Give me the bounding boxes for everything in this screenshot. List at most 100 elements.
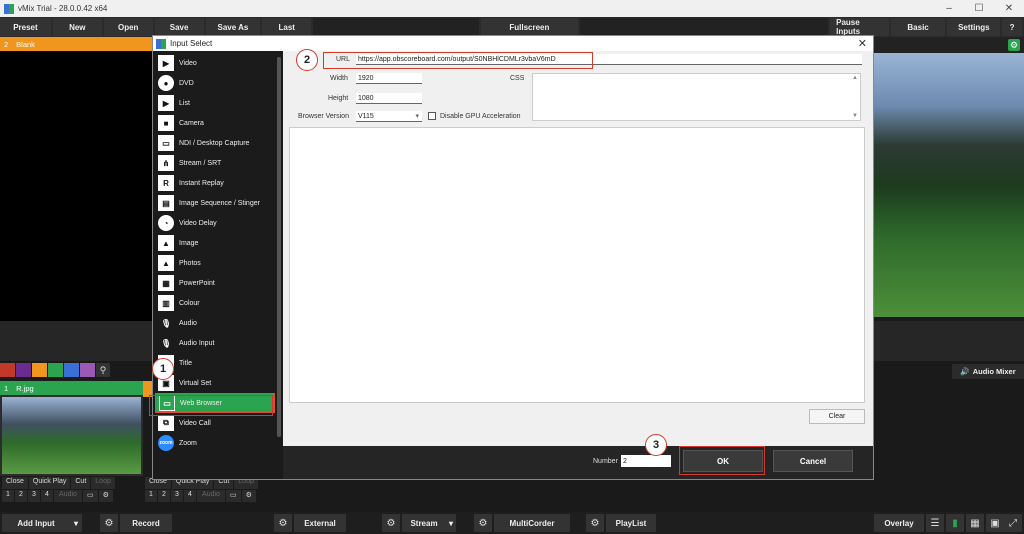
number-label: Number bbox=[593, 458, 618, 465]
open-button[interactable]: Open bbox=[103, 18, 153, 36]
color-swatch[interactable] bbox=[0, 363, 15, 377]
gear-icon[interactable]: ⚙ bbox=[100, 514, 118, 532]
audio-levels-icon[interactable]: ▮ bbox=[946, 514, 964, 532]
list-scrollbar[interactable] bbox=[277, 57, 281, 437]
width-input[interactable]: 1920 bbox=[356, 73, 422, 84]
gear-icon[interactable]: ⚙ bbox=[1008, 39, 1020, 51]
color-swatch[interactable] bbox=[16, 363, 31, 377]
scroll-down-icon[interactable]: ▼ bbox=[852, 113, 858, 119]
input-type-audio-input[interactable]: 🎙 Audio Input bbox=[155, 333, 275, 353]
color-swatch[interactable] bbox=[64, 363, 79, 377]
css-label: CSS bbox=[510, 75, 525, 82]
preset-row[interactable]: 2 Blank bbox=[0, 37, 152, 51]
overlay-4-button[interactable]: 4 bbox=[184, 490, 196, 502]
stream-dropdown-icon[interactable]: ▾ bbox=[446, 514, 456, 532]
snapshot-icon[interactable]: ▣ bbox=[986, 514, 1004, 532]
input-type-ndi[interactable]: ▭ NDI / Desktop Capture bbox=[155, 133, 275, 153]
record-button[interactable]: Record bbox=[120, 514, 172, 532]
last-button[interactable]: Last bbox=[262, 18, 312, 36]
close-input-button[interactable]: Close bbox=[2, 477, 28, 489]
gear-icon[interactable]: ⚙ bbox=[274, 514, 292, 532]
quick-play-button[interactable]: Quick Play bbox=[28, 477, 71, 489]
overlay-1-button[interactable]: 1 bbox=[2, 490, 14, 502]
overlay-2-button[interactable]: 2 bbox=[15, 490, 27, 502]
external-button[interactable]: External bbox=[294, 514, 346, 532]
overlay-2-button[interactable]: 2 bbox=[158, 490, 170, 502]
close-icon[interactable]: ✕ bbox=[858, 37, 867, 50]
gear-icon[interactable]: ⚙ bbox=[586, 514, 604, 532]
browser-version-select[interactable]: V115 ▾ bbox=[356, 111, 422, 122]
clear-button[interactable]: Clear bbox=[809, 409, 865, 424]
cut-button[interactable]: Cut bbox=[71, 477, 91, 489]
css-input[interactable]: ▲ ▼ bbox=[532, 73, 861, 121]
audio-mixer-button[interactable]: 🔊 Audio Mixer bbox=[952, 364, 1024, 379]
settings-button[interactable]: Settings bbox=[947, 18, 1001, 36]
input-type-image-sequence[interactable]: ▤ Image Sequence / Stinger bbox=[155, 193, 275, 213]
overlay-3-button[interactable]: 3 bbox=[28, 490, 40, 502]
cancel-button[interactable]: Cancel bbox=[773, 450, 853, 472]
input-type-stream[interactable]: ⋔ Stream / SRT bbox=[155, 153, 275, 173]
color-swatch[interactable] bbox=[48, 363, 63, 377]
loop-button[interactable]: Loop bbox=[91, 477, 115, 489]
gear-icon[interactable]: ⚙ bbox=[98, 490, 113, 502]
gear-icon[interactable]: ⚙ bbox=[474, 514, 492, 532]
monitor-icon[interactable]: ▭ bbox=[226, 490, 241, 502]
save-as-button[interactable]: Save As bbox=[205, 18, 261, 36]
pause-inputs-button[interactable]: Pause Inputs bbox=[830, 18, 889, 36]
input-type-dvd[interactable]: ● DVD bbox=[155, 73, 275, 93]
menu-icon[interactable]: ☰ bbox=[926, 514, 944, 532]
help-button[interactable]: ? bbox=[1002, 18, 1022, 36]
disable-gpu-checkbox[interactable] bbox=[428, 112, 436, 120]
multicorder-button[interactable]: MultiCorder bbox=[494, 514, 570, 532]
overlay-1-button[interactable]: 1 bbox=[145, 490, 157, 502]
input-type-video-delay[interactable]: ◔ Video Delay bbox=[155, 213, 275, 233]
height-input[interactable]: 1080 bbox=[356, 93, 422, 104]
grid-icon[interactable]: ▦ bbox=[966, 514, 984, 532]
input-type-camera[interactable]: ■ Camera bbox=[155, 113, 275, 133]
overlay-button[interactable]: Overlay bbox=[874, 514, 924, 532]
stream-button[interactable]: Stream bbox=[402, 514, 446, 532]
gear-icon[interactable]: ⚙ bbox=[241, 490, 256, 502]
fullscreen-button[interactable]: Fullscreen bbox=[480, 18, 579, 36]
audio-button[interactable]: Audio bbox=[54, 490, 82, 502]
preset-button[interactable]: Preset bbox=[0, 18, 51, 36]
preset-number: 2 bbox=[4, 39, 9, 49]
input-tile[interactable]: 1 R.jpg bbox=[0, 381, 143, 476]
add-input-button[interactable]: Add Input bbox=[2, 514, 70, 532]
input-number-buttons-2: 1 2 3 4 Audio ▭ ⚙ bbox=[145, 490, 256, 502]
audio-button[interactable]: Audio bbox=[197, 490, 225, 502]
close-window-icon[interactable]: ✕ bbox=[994, 3, 1024, 14]
number-input[interactable]: 2 bbox=[621, 455, 671, 467]
input-type-instant-replay[interactable]: R Instant Replay bbox=[155, 173, 275, 193]
overlay-3-button[interactable]: 3 bbox=[171, 490, 183, 502]
minimize-icon[interactable]: – bbox=[934, 3, 964, 14]
input-type-list[interactable]: ▶ List bbox=[155, 93, 275, 113]
color-swatch[interactable] bbox=[80, 363, 95, 377]
input-type-image[interactable]: ▲ Image bbox=[155, 233, 275, 253]
search-icon[interactable]: ⚲ bbox=[96, 363, 110, 377]
annotation-step-1: 1 bbox=[152, 358, 174, 380]
dvd-icon: ● bbox=[158, 75, 174, 91]
maximize-icon[interactable]: ☐ bbox=[964, 3, 994, 14]
gear-icon[interactable]: ⚙ bbox=[382, 514, 400, 532]
input-type-photos[interactable]: ▲ Photos bbox=[155, 253, 275, 273]
basic-button[interactable]: Basic bbox=[890, 18, 946, 36]
input-type-zoom[interactable]: zoom Zoom bbox=[155, 433, 275, 453]
fullscreen-icon[interactable]: ⤢ bbox=[1004, 514, 1022, 532]
input-type-colour[interactable]: ▥ Colour bbox=[155, 293, 275, 313]
input-type-audio[interactable]: 🎙 Audio bbox=[155, 313, 275, 333]
input-type-virtual-set[interactable]: ▣ Virtual Set bbox=[155, 373, 275, 393]
scroll-up-icon[interactable]: ▲ bbox=[852, 75, 858, 81]
camera-icon: ■ bbox=[158, 115, 174, 131]
color-swatch[interactable] bbox=[32, 363, 47, 377]
overlay-4-button[interactable]: 4 bbox=[41, 490, 53, 502]
input-type-video-call[interactable]: ⧉ Video Call bbox=[155, 413, 275, 433]
input-type-video[interactable]: ▶ Video bbox=[155, 53, 275, 73]
new-button[interactable]: New bbox=[52, 18, 102, 36]
add-input-dropdown-icon[interactable]: ▾ bbox=[70, 514, 82, 532]
playlist-button[interactable]: PlayList bbox=[606, 514, 656, 532]
monitor-icon[interactable]: ▭ bbox=[83, 490, 98, 502]
save-button[interactable]: Save bbox=[154, 18, 204, 36]
input-type-powerpoint[interactable]: ▦ PowerPoint bbox=[155, 273, 275, 293]
browser-version-label: Browser Version bbox=[298, 113, 349, 120]
